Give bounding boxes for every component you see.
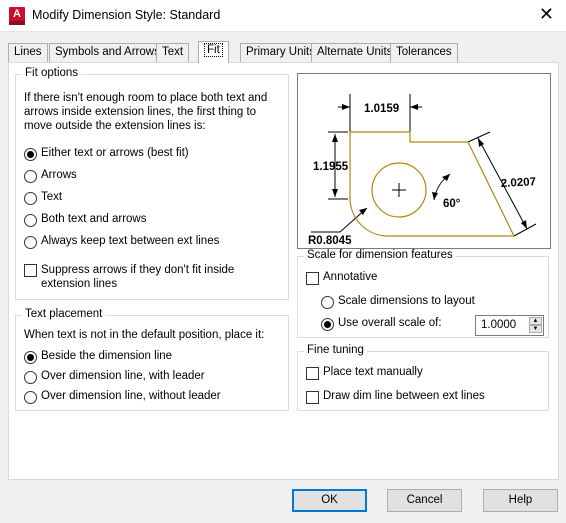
dim-left-text: 1.1955 [313, 161, 349, 173]
radius-text: R0.8045 [308, 235, 352, 247]
close-icon[interactable]: ✕ [539, 4, 554, 24]
fit-options-legend: Fit options [22, 67, 82, 79]
angle-text: 60° [443, 198, 461, 210]
radio-label: Both text and arrows [41, 213, 147, 225]
dimension-preview: 1.0159 1.1955 2.0207 60° R0.8045 [297, 73, 551, 249]
stepper-buttons: ▲ ▼ [529, 317, 542, 334]
annotative-checkbox[interactable]: Annotative [306, 271, 377, 285]
text-placement-legend: Text placement [22, 308, 106, 320]
radio-label: Use overall scale of: [338, 317, 442, 329]
checkbox[interactable] [306, 272, 319, 285]
fit-tab-panel: Fit options If there isn't enough room t… [8, 62, 559, 480]
radio-button[interactable] [24, 192, 37, 205]
checkbox-label: Place text manually [323, 366, 423, 378]
draw-dim-line-checkbox[interactable]: Draw dim line between ext lines [306, 390, 485, 404]
tab-alternate-units[interactable]: Alternate Units [311, 43, 399, 62]
radio-best-fit[interactable]: Either text or arrows (best fit) [24, 147, 189, 161]
radio-over-with-leader[interactable]: Over dimension line, with leader [24, 370, 205, 384]
suppress-arrows-checkbox[interactable]: Suppress arrows if they don't fit inside… [24, 263, 244, 291]
window-title: Modify Dimension Style: Standard [32, 8, 221, 22]
checkbox[interactable] [306, 367, 319, 380]
radio-use-overall-scale[interactable]: Use overall scale of: [321, 317, 442, 331]
radio-both-text-and-arrows[interactable]: Both text and arrows [24, 213, 146, 227]
overall-scale-stepper[interactable]: 1.0000 ▲ ▼ [475, 315, 544, 336]
cancel-button[interactable]: Cancel [387, 489, 462, 512]
radio-always-keep-text[interactable]: Always keep text between ext lines [24, 235, 219, 249]
fine-tuning-legend: Fine tuning [304, 344, 367, 356]
text-placement-group: Text placement When text is not in the d… [15, 308, 289, 411]
dim-top-text: 1.0159 [364, 103, 399, 115]
stepper-down-icon[interactable]: ▼ [529, 325, 542, 333]
tab-lines[interactable]: Lines [8, 43, 48, 62]
tab-primary-units[interactable]: Primary Units [240, 43, 322, 62]
radio-button[interactable] [24, 351, 37, 364]
radio-arrows[interactable]: Arrows [24, 169, 77, 183]
radio-label: Always keep text between ext lines [41, 235, 220, 247]
radio-label: Over dimension line, without leader [41, 390, 221, 402]
radio-button[interactable] [24, 236, 37, 249]
scale-legend: Scale for dimension features [304, 249, 456, 261]
checkbox[interactable] [306, 391, 319, 404]
preview-drawing: 1.0159 1.1955 2.0207 60° R0.8045 [308, 94, 537, 247]
tab-tolerances[interactable]: Tolerances [390, 43, 458, 62]
tab-fit[interactable]: Fit [198, 41, 229, 63]
tab-text[interactable]: Text [156, 43, 190, 62]
place-text-manually-checkbox[interactable]: Place text manually [306, 366, 423, 380]
checkbox-label: Draw dim line between ext lines [323, 390, 485, 402]
radio-button[interactable] [24, 371, 37, 384]
radio-button[interactable] [24, 148, 37, 161]
radio-label: Scale dimensions to layout [338, 295, 475, 307]
radio-beside-dimension-line[interactable]: Beside the dimension line [24, 350, 172, 364]
radio-text[interactable]: Text [24, 191, 62, 205]
fit-options-group: Fit options If there isn't enough room t… [15, 67, 289, 300]
radio-button[interactable] [24, 214, 37, 227]
radio-label: Text [41, 191, 63, 203]
radio-label: Arrows [41, 169, 77, 181]
checkbox[interactable] [24, 264, 37, 277]
radio-over-without-leader[interactable]: Over dimension line, without leader [24, 390, 221, 404]
radio-button[interactable] [321, 318, 334, 331]
autocad-app-icon: A [9, 7, 25, 25]
help-button[interactable]: Help [483, 489, 558, 512]
title-bar: A Modify Dimension Style: Standard ✕ [0, 0, 566, 32]
stepper-up-icon[interactable]: ▲ [529, 317, 542, 325]
radio-button[interactable] [24, 391, 37, 404]
tab-fit-label: Fit [204, 43, 223, 57]
dim-right-text: 2.0207 [501, 176, 537, 190]
ok-button[interactable]: OK [292, 489, 367, 512]
fit-options-description: If there isn't enough room to place both… [24, 92, 268, 132]
text-placement-description: When text is not in the default position… [24, 329, 265, 341]
app-icon-letter: A [13, 8, 21, 20]
tab-symbols-and-arrows[interactable]: Symbols and Arrows [49, 43, 166, 62]
radio-button[interactable] [24, 170, 37, 183]
radio-label: Beside the dimension line [41, 350, 173, 362]
radio-label: Either text or arrows (best fit) [41, 147, 189, 159]
radio-label: Over dimension line, with leader [41, 370, 205, 382]
checkbox-label: Suppress arrows if they don't fit inside… [41, 264, 235, 290]
overall-scale-value[interactable]: 1.0000 [481, 319, 516, 331]
fine-tuning-group: Fine tuning Place text manually Draw dim… [297, 344, 549, 411]
radio-scale-to-layout[interactable]: Scale dimensions to layout [321, 295, 475, 309]
checkbox-label: Annotative [323, 271, 378, 283]
radio-button[interactable] [321, 296, 334, 309]
